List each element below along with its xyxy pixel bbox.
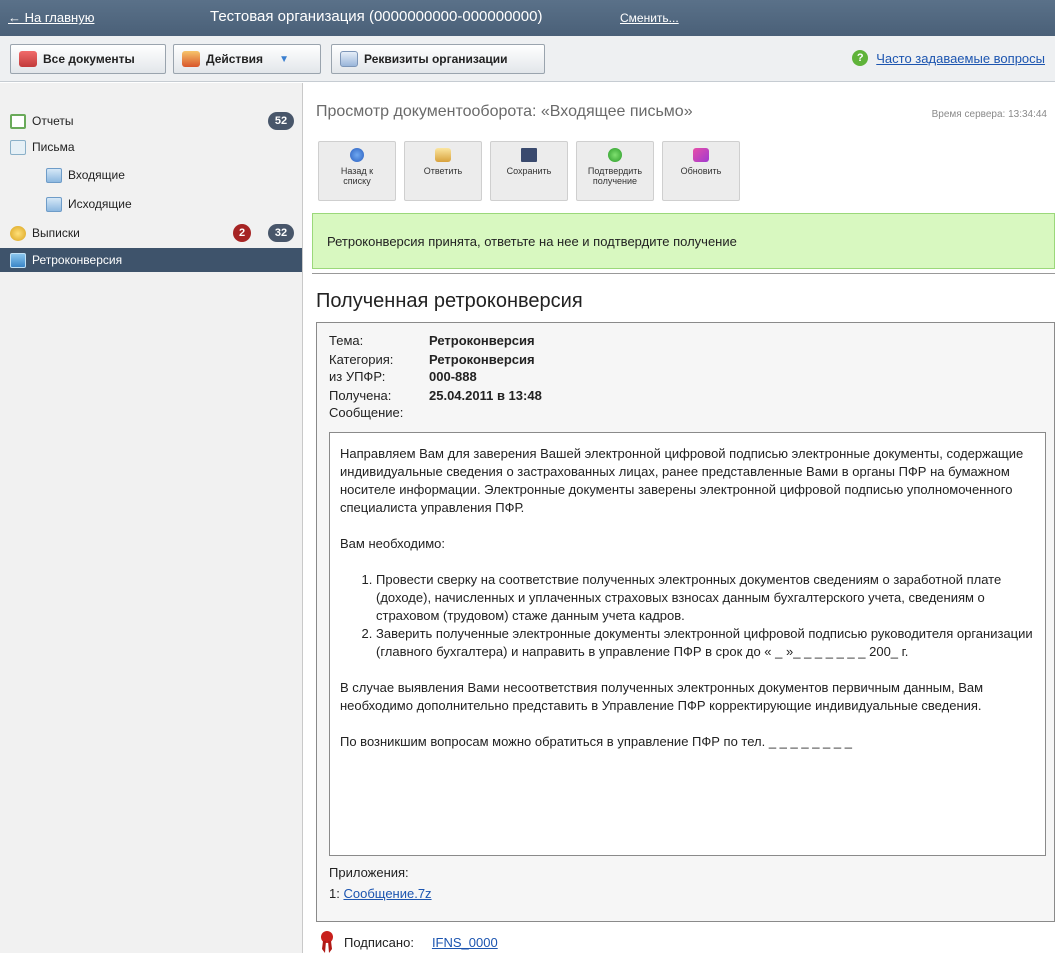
sidebar-item-label: Отчеты	[32, 114, 74, 128]
sidebar-item-reports[interactable]: Отчеты	[10, 111, 73, 131]
attachment-link[interactable]: Сообщение.7z	[343, 886, 431, 901]
meta-value: 000-888	[429, 369, 477, 384]
message-body: Направляем Вам для заверения Вашей элект…	[329, 432, 1046, 856]
back-arrow-icon	[350, 148, 364, 162]
organization-name: Тестовая организация (0000000000-0000000…	[210, 8, 543, 25]
meta-label: Категория:	[329, 352, 394, 367]
main-toolbar: Все документы Действия ▼ Реквизиты орган…	[0, 36, 1055, 82]
reply-label: Ответить	[423, 166, 463, 176]
sidebar-item-retroconversion[interactable]: Ретроконверсия	[0, 248, 302, 272]
divider	[312, 273, 1055, 274]
message-paragraph: По возникшим вопросам можно обратиться в…	[340, 734, 852, 749]
sidebar: Отчеты 52 Письма Входящие Исходящие Выпи…	[0, 83, 303, 953]
message-paragraph: В случае выявления Вами несоответствия п…	[340, 680, 984, 713]
card-icon	[340, 51, 358, 67]
reply-button[interactable]: Ответить	[404, 141, 482, 201]
attachments-label: Приложения:	[329, 865, 409, 880]
status-notice: Ретроконверсия принята, ответьте на нее …	[312, 213, 1055, 269]
sidebar-item-outgoing[interactable]: Исходящие	[46, 194, 132, 214]
signed-label: Подписано:	[344, 934, 414, 950]
sidebar-item-label: Исходящие	[68, 197, 132, 211]
sidebar-item-label: Выписки	[32, 226, 80, 240]
letters-icon	[10, 139, 26, 155]
save-label: Сохранить	[506, 166, 552, 176]
sidebar-item-incoming[interactable]: Входящие	[46, 165, 125, 185]
actions-dropdown[interactable]: Действия ▼	[173, 44, 321, 74]
statements-unread-badge: 2	[233, 224, 251, 242]
all-documents-button[interactable]: Все документы	[10, 44, 166, 74]
all-documents-label: Все документы	[43, 52, 135, 66]
faq-link[interactable]: Часто задаваемые вопросы	[876, 51, 1045, 66]
refresh-label: Обновить	[680, 166, 722, 176]
back-to-list-label: Назад к списку	[340, 166, 374, 186]
message-paragraph: Вам необходимо:	[340, 536, 446, 551]
sidebar-item-label: Входящие	[68, 168, 125, 182]
confirm-receipt-button[interactable]: Подтвердить получение	[576, 141, 654, 201]
requirements-list: Провести сверку на соответствие полученн…	[340, 571, 1035, 661]
back-to-list-button[interactable]: Назад к списку	[318, 141, 396, 201]
sidebar-item-label: Ретроконверсия	[32, 253, 123, 267]
confirm-receipt-label: Подтвердить получение	[587, 166, 643, 186]
list-item: Заверить полученные электронные документ…	[376, 625, 1035, 661]
faq: ? Часто задаваемые вопросы	[852, 50, 1045, 66]
documents-icon	[19, 51, 37, 67]
home-link[interactable]: ← На главную	[8, 10, 94, 25]
attachment-index: 1:	[329, 886, 340, 901]
save-button[interactable]: Сохранить	[490, 141, 568, 201]
statements-count-badge: 32	[268, 224, 294, 242]
save-disk-icon	[521, 148, 537, 162]
sidebar-item-statements[interactable]: Выписки	[10, 223, 80, 243]
meta-label: из УПФР:	[329, 369, 386, 384]
help-icon: ?	[852, 50, 869, 66]
document-heading: Полученная ретроконверсия	[316, 290, 583, 312]
server-time: Время сервера: 13:34:44	[931, 109, 1047, 120]
reports-count-badge: 52	[268, 112, 294, 130]
check-icon	[608, 148, 622, 162]
change-organization-link[interactable]: Сменить...	[620, 11, 679, 25]
pin-icon	[182, 51, 200, 67]
meta-value: Ретроконверсия	[429, 333, 535, 348]
page-title: Просмотр документооборота: «Входящее пис…	[316, 103, 693, 120]
reports-icon	[10, 113, 26, 129]
message-paragraph: Направляем Вам для заверения Вашей элект…	[340, 446, 1024, 515]
refresh-button[interactable]: Обновить	[662, 141, 740, 201]
coins-icon	[10, 225, 26, 241]
meta-label: Сообщение:	[329, 405, 404, 420]
sidebar-item-label: Письма	[32, 140, 75, 154]
chevron-down-icon: ▼	[279, 53, 289, 65]
organization-details-button[interactable]: Реквизиты организации	[331, 44, 545, 74]
meta-value: Ретроконверсия	[429, 352, 535, 367]
envelope-icon	[46, 196, 62, 212]
meta-value: 25.04.2011 в 13:48	[429, 388, 542, 403]
main-content: Просмотр документооборота: «Входящее пис…	[304, 83, 1055, 953]
message-panel: Тема: Ретроконверсия Категория: Ретрокон…	[316, 322, 1055, 922]
sidebar-item-letters[interactable]: Письма	[10, 137, 75, 157]
meta-label: Тема:	[329, 333, 364, 348]
seal-ribbon-icon	[320, 931, 334, 953]
organization-details-label: Реквизиты организации	[364, 52, 508, 66]
attachment-item: 1: Сообщение.7z	[329, 886, 432, 901]
signature-row: Подписано: IFNS_0000	[320, 931, 498, 953]
reply-icon	[435, 148, 451, 162]
envelope-icon	[46, 167, 62, 183]
list-item: Провести сверку на соответствие полученн…	[376, 571, 1035, 625]
signer-link[interactable]: IFNS_0000	[432, 935, 498, 950]
retroconversion-icon	[10, 252, 26, 268]
refresh-icon	[693, 148, 709, 162]
top-bar: ← На главную Тестовая организация (00000…	[0, 0, 1055, 36]
meta-label: Получена:	[329, 388, 392, 403]
actions-label: Действия	[206, 52, 264, 66]
